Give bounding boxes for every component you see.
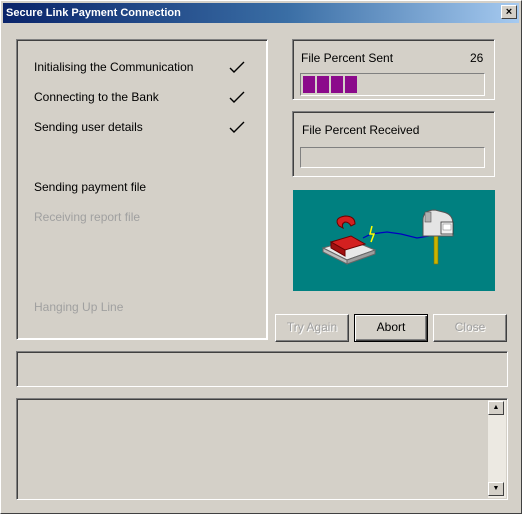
step-connecting: Connecting to the Bank xyxy=(34,90,159,104)
status-box xyxy=(16,351,508,387)
sent-panel: File Percent Sent 26 xyxy=(292,39,495,100)
try-again-button[interactable]: Try Again xyxy=(275,314,349,342)
step-receiving-report-file: Receiving report file xyxy=(34,210,141,224)
connection-illustration xyxy=(293,190,495,291)
close-button[interactable]: Close xyxy=(433,314,507,342)
log-textarea[interactable] xyxy=(16,398,508,500)
progress-segment xyxy=(331,76,343,93)
checkmark-icon xyxy=(229,61,245,73)
sent-label: File Percent Sent xyxy=(301,51,394,65)
checkmark-icon xyxy=(229,121,245,133)
step-initialising: Initialising the Communication xyxy=(34,60,194,74)
title-bar[interactable]: Secure Link Payment Connection × xyxy=(3,3,519,23)
progress-segment xyxy=(317,76,329,93)
scroll-up-icon[interactable]: ▲ xyxy=(488,401,504,415)
scroll-down-icon[interactable]: ▼ xyxy=(488,482,504,496)
step-sending-payment-file: Sending payment file xyxy=(34,180,147,194)
phone-to-mailbox-icon xyxy=(321,209,454,265)
progress-segment xyxy=(345,76,357,93)
steps-panel: Initialising the Communication Connectin… xyxy=(16,39,268,340)
step-hanging-up-line: Hanging Up Line xyxy=(34,300,124,314)
log-scrollbar[interactable]: ▲ ▼ xyxy=(488,400,506,498)
sent-percent-value: 26 xyxy=(470,51,484,65)
abort-button[interactable]: Abort xyxy=(354,314,428,342)
window-title: Secure Link Payment Connection xyxy=(6,7,181,19)
close-window-button[interactable]: × xyxy=(501,5,517,19)
checkmark-icon xyxy=(229,91,245,103)
dialog-window: Secure Link Payment Connection × Initial… xyxy=(0,0,522,514)
received-label: File Percent Received xyxy=(302,123,420,137)
sent-progress-bar xyxy=(300,73,485,96)
received-panel: File Percent Received xyxy=(292,111,495,177)
received-progress-bar xyxy=(300,147,485,168)
progress-segment xyxy=(303,76,315,93)
step-sending-user-details: Sending user details xyxy=(34,120,143,134)
